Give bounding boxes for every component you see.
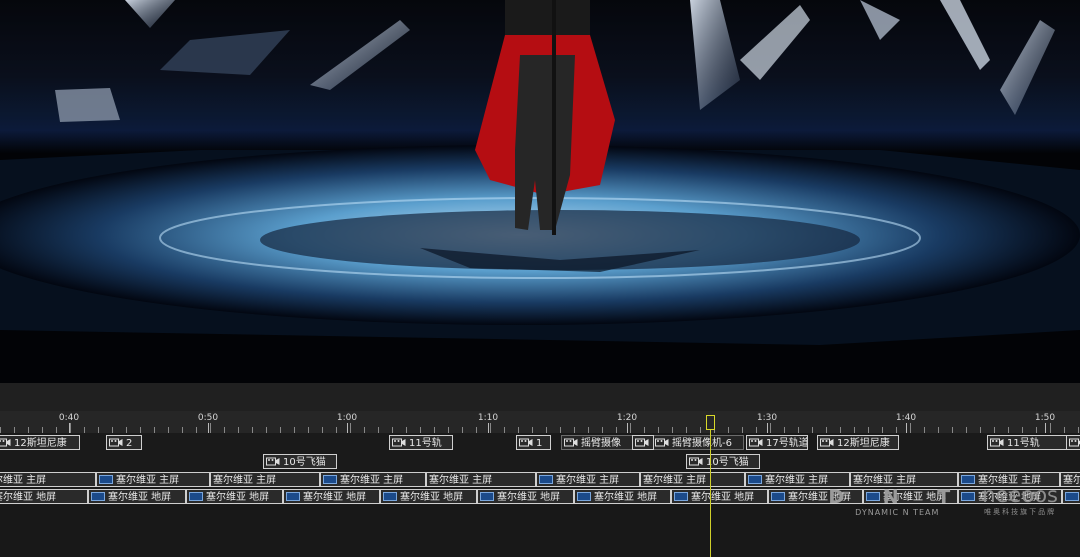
- ruler-label: 1:10: [477, 413, 499, 423]
- camera-track[interactable]: 12斯坦尼康 2 11号轨 1 摇臂摄像 摇臂摄像机-6 17号轨道 12斯坦尼康 11号轨: [0, 433, 1080, 453]
- clip-label: 11号轨: [1007, 438, 1040, 449]
- clip-label: 12斯坦尼康: [14, 438, 67, 449]
- ruler-major-tick: [208, 423, 209, 433]
- camera-clip[interactable]: 2: [106, 435, 142, 450]
- playhead[interactable]: [706, 415, 715, 430]
- ruler-major-tick: [767, 423, 768, 433]
- camera-clip[interactable]: 12斯坦尼康: [0, 435, 80, 450]
- timeline-header: [0, 383, 1080, 411]
- clip-label: 塞尔维亚 地屏: [400, 492, 464, 503]
- clip-label: 塞尔维亚 主屏: [1063, 475, 1080, 486]
- floor-screen-clip[interactable]: 塞尔维亚 地屏: [380, 489, 477, 504]
- ruler-label: 0:40: [58, 413, 80, 423]
- ruler-label: 1:40: [895, 413, 917, 423]
- clip-label: 10号飞猫: [706, 457, 749, 468]
- main-screen-clip[interactable]: 塞尔维亚 主屏: [1060, 472, 1080, 487]
- main-screen-clip[interactable]: 塞尔维亚 主屏: [0, 472, 96, 487]
- camera-clip[interactable]: [632, 435, 654, 450]
- clip-label: 10号飞猫: [283, 457, 326, 468]
- main-screen-clip[interactable]: 塞尔维亚 主屏: [320, 472, 426, 487]
- stage-viewport: [0, 0, 1080, 383]
- ruler-tick: [210, 423, 211, 433]
- ruler-major-tick: [627, 423, 628, 433]
- ruler-tick: [70, 423, 71, 433]
- floor-screen-clip[interactable]: 塞尔维亚 地屏: [574, 489, 671, 504]
- ruler-tick: [1050, 423, 1051, 433]
- clip-label: 塞尔维亚 主屏: [429, 475, 493, 486]
- watermark-brand: D N T: [828, 486, 967, 508]
- timeline-panel[interactable]: 0:40 0:50 1:00 1:10 1:20 1:30 1:40 1:50 12斯坦尼康 2…: [0, 383, 1080, 557]
- ruler-major-tick: [69, 423, 70, 433]
- ruler-label: 1:00: [336, 413, 358, 423]
- camera-clip[interactable]: 11号轨: [389, 435, 453, 450]
- floor-screen-clip[interactable]: 塞尔维亚 地屏: [0, 489, 88, 504]
- clip-label: 1: [536, 438, 543, 449]
- camera-clip[interactable]: 12斯坦尼康: [817, 435, 899, 450]
- floor-screen-clip[interactable]: 塞尔维亚 地屏: [477, 489, 574, 504]
- main-screen-clip[interactable]: 塞尔维亚 主屏: [210, 472, 320, 487]
- ruler-tick: [490, 423, 491, 433]
- floor-screen-clip[interactable]: 塞尔维亚 地屏: [186, 489, 283, 504]
- clip-label: 塞尔维亚 地屏: [206, 492, 270, 503]
- clip-label: 17号轨道: [766, 438, 808, 449]
- main-screen-clip[interactable]: 塞尔维亚 主屏: [536, 472, 640, 487]
- clip-label: 2: [126, 438, 133, 449]
- clip-label: 塞尔维亚 主屏: [213, 475, 277, 486]
- ruler-major-tick: [347, 423, 348, 433]
- ruler-tick: [630, 423, 631, 433]
- clip-label: 12斯坦尼康: [837, 438, 890, 449]
- main-screen-clip[interactable]: 塞尔维亚 主屏: [640, 472, 745, 487]
- ruler-tick: [770, 423, 771, 433]
- clip-label: 塞尔维亚 主屏: [643, 475, 707, 486]
- clip-label: 塞尔维亚 地屏: [0, 492, 57, 503]
- ruler-label: 1:50: [1034, 413, 1056, 423]
- flycam-clip[interactable]: 10号飞猫: [263, 454, 337, 469]
- main-screen-clip[interactable]: 塞尔维亚 主屏: [96, 472, 210, 487]
- main-screen-clip[interactable]: 塞尔维亚 主屏: [426, 472, 536, 487]
- watermark: D N T DYNAMIC N TEAM neeoos 唯奥科技旗下品牌: [828, 483, 1058, 517]
- camera-clip[interactable]: 摇臂摄像机-6: [652, 435, 744, 450]
- ruler-major-tick: [906, 423, 907, 433]
- ruler-label: 0:50: [197, 413, 219, 423]
- floor-screen-clip[interactable]: 塞尔维亚 地屏: [671, 489, 768, 504]
- clip-label: 塞尔维亚 主屏: [765, 475, 829, 486]
- ruler-major-tick: [488, 423, 489, 433]
- ruler-label: 1:20: [616, 413, 638, 423]
- clip-label: 塞尔维亚 地屏: [497, 492, 561, 503]
- clip-label: 塞尔维亚 主屏: [0, 475, 47, 486]
- clip-label: 塞尔维亚 地屏: [108, 492, 172, 503]
- ruler-label: 1:30: [756, 413, 778, 423]
- watermark-subtitle-2: 唯奥科技旗下品牌: [984, 508, 1057, 516]
- ruler-major-tick: [1045, 423, 1046, 433]
- stage-render: [0, 0, 1080, 345]
- camera-clip[interactable]: 11号轨: [987, 435, 1067, 450]
- floor-screen-clip[interactable]: 塞尔维亚 地屏: [88, 489, 186, 504]
- playhead-line: [710, 430, 711, 557]
- camera-clip[interactable]: 17号轨道: [746, 435, 808, 450]
- clip-label: 摇臂摄像机-6: [672, 438, 732, 449]
- watermark-brand-2: neeoos: [982, 483, 1058, 507]
- flycam-track[interactable]: 10号飞猫 10号飞猫: [0, 453, 1080, 471]
- watermark-subtitle: DYNAMIC N TEAM: [855, 508, 940, 517]
- clip-label: 塞尔维亚 地屏: [691, 492, 755, 503]
- camera-clip[interactable]: 1: [516, 435, 551, 450]
- clip-label: 摇臂摄像: [581, 438, 621, 449]
- clip-label: 塞尔维亚 主屏: [340, 475, 404, 486]
- floor-screen-clip[interactable]: 塞尔维亚 地屏: [283, 489, 380, 504]
- camera-clip[interactable]: [1066, 435, 1080, 450]
- clip-label: 塞尔维亚 地屏: [594, 492, 658, 503]
- clip-label: 塞尔维亚 地屏: [303, 492, 367, 503]
- ruler-tick: [910, 423, 911, 433]
- time-ruler[interactable]: 0:40 0:50 1:00 1:10 1:20 1:30 1:40 1:50: [0, 411, 1080, 433]
- ruler-tick: [350, 423, 351, 433]
- floor-screen-clip[interactable]: 塞尔维亚 地屏: [1062, 489, 1080, 504]
- clip-label: 塞尔维亚 主屏: [116, 475, 180, 486]
- clip-label: 11号轨: [409, 438, 442, 449]
- clip-label: 塞尔维亚 主屏: [556, 475, 620, 486]
- flycam-clip[interactable]: 10号飞猫: [686, 454, 760, 469]
